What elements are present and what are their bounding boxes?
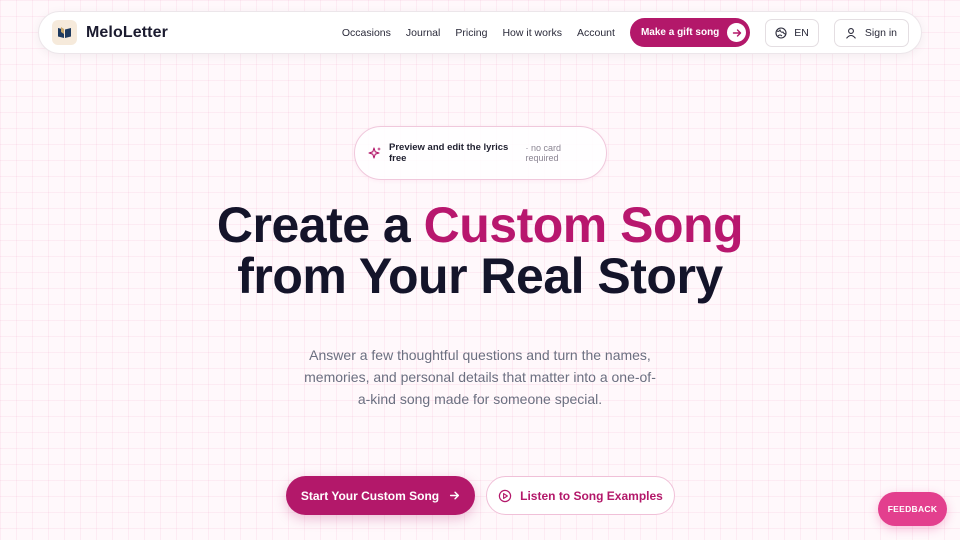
play-circle-icon — [498, 489, 512, 503]
listen-examples-button[interactable]: Listen to Song Examples — [486, 476, 675, 515]
free-preview-badge: Preview and edit the lyrics free · no ca… — [354, 126, 607, 180]
sign-in-button[interactable]: Sign in — [833, 18, 909, 47]
globe-icon — [775, 26, 787, 39]
gift-button-label: Make a gift song — [640, 27, 720, 38]
nav-link-account[interactable]: Account — [577, 27, 615, 39]
arrow-right-icon — [727, 23, 747, 42]
book-icon — [52, 20, 77, 45]
nav-links: Occasions Journal Pricing How it works A… — [342, 27, 615, 39]
sparkle-icon — [368, 146, 382, 160]
arrow-right-icon — [449, 490, 460, 501]
badge-subtext: · no card required — [525, 143, 562, 163]
badge-text: Preview and edit the lyrics free — [389, 142, 509, 164]
brand-name: MeloLetter — [86, 23, 168, 41]
start-custom-song-button[interactable]: Start Your Custom Song — [286, 476, 475, 515]
nav-link-pricing[interactable]: Pricing — [455, 27, 487, 39]
language-selector[interactable]: EN — [765, 18, 819, 47]
user-icon — [845, 27, 857, 39]
language-label: EN — [794, 26, 809, 39]
headline-line2: from Your Real Story — [237, 248, 723, 304]
hero-subtext: Answer a few thoughtful questions and tu… — [304, 347, 656, 407]
headline-plain: Create a — [216, 197, 424, 253]
top-nav: MeloLetter Occasions Journal Pricing How… — [38, 11, 922, 54]
sign-in-label: Sign in — [864, 26, 897, 39]
hero-headline: Create a Custom Song from Your Real Stor… — [0, 200, 960, 302]
feedback-button[interactable]: FEEDBACK — [878, 492, 947, 526]
nav-link-occasions[interactable]: Occasions — [342, 27, 391, 39]
nav-link-journal[interactable]: Journal — [406, 27, 440, 39]
headline-accent: Custom Song — [423, 197, 744, 253]
make-gift-song-button[interactable]: Make a gift song — [629, 18, 751, 47]
start-button-label: Start Your Custom Song — [300, 488, 440, 503]
brand-logo[interactable]: MeloLetter — [52, 20, 168, 45]
listen-button-label: Listen to Song Examples — [520, 488, 663, 503]
nav-link-how-it-works[interactable]: How it works — [502, 27, 562, 39]
